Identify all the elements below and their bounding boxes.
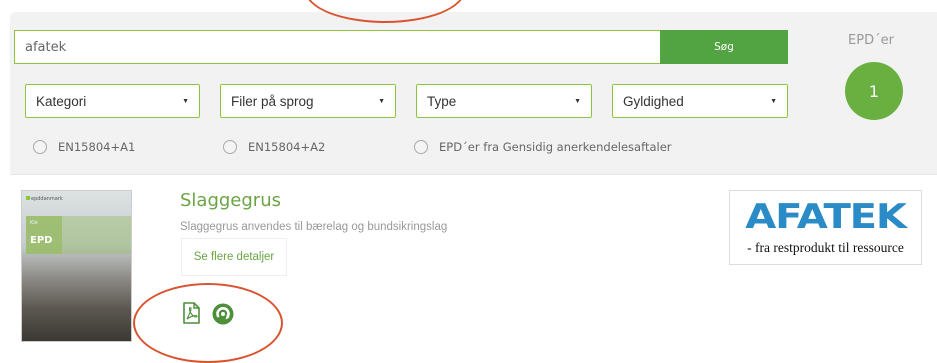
epd-count-badge: 1 (845, 62, 903, 120)
search-button[interactable]: Søg (660, 30, 788, 64)
chevron-down-icon: ▼ (770, 97, 777, 105)
epd-cover-thumbnail[interactable]: epddanmark Kle EPD (21, 190, 132, 342)
validity-dropdown-label: Gyldighed (623, 93, 684, 109)
product-description: Slaggegrus anvendes til bærelag og bunds… (180, 221, 448, 233)
radio-circle[interactable] (223, 140, 237, 154)
validity-dropdown[interactable]: Gyldighed ▼ (612, 84, 788, 118)
cover-small-text: Kle (30, 220, 38, 226)
radio-en15804-a1[interactable]: EN15804+A1 (33, 140, 135, 154)
radio-circle[interactable] (33, 140, 47, 154)
product-title[interactable]: Slaggegrus (180, 190, 281, 211)
category-dropdown[interactable]: Kategori ▼ (25, 84, 200, 118)
search-input[interactable]: afatek (14, 30, 660, 64)
logo-wordmark: AFATEK (745, 197, 907, 237)
radio-label: EPD´er fra Gensidig anerkendelesaftaler (439, 140, 672, 154)
annotation-circle-bottom (133, 283, 283, 363)
type-dropdown-label: Type (427, 93, 457, 109)
chevron-down-icon: ▼ (182, 97, 189, 105)
cover-epd-box: Kle EPD (26, 216, 62, 254)
chevron-down-icon: ▼ (574, 97, 581, 105)
cover-brand: epddanmark (26, 196, 63, 202)
category-dropdown-label: Kategori (36, 93, 87, 109)
epd-count-label: EPD´er (848, 33, 894, 48)
radio-label: EN15804+A1 (58, 140, 136, 154)
chevron-down-icon: ▼ (378, 97, 385, 105)
details-button[interactable]: Se flere detaljer (181, 238, 287, 276)
radio-circle[interactable] (414, 140, 428, 154)
type-dropdown[interactable]: Type ▼ (416, 84, 592, 118)
logo-tagline: - fra restprodukt til ressource (747, 240, 904, 255)
divider (10, 174, 937, 175)
search-input-value: afatek (25, 39, 67, 55)
radio-mutual-recognition[interactable]: EPD´er fra Gensidig anerkendelesaftaler (414, 140, 672, 154)
cover-epd-text: EPD (30, 235, 53, 246)
language-dropdown[interactable]: Filer på sprog ▼ (220, 84, 396, 118)
brand-mark-icon (26, 196, 30, 200)
language-dropdown-label: Filer på sprog (231, 93, 314, 109)
radio-en15804-a2[interactable]: EN15804+A2 (223, 140, 325, 154)
radio-label: EN15804+A2 (248, 140, 326, 154)
manufacturer-logo[interactable]: AFATEK - fra restprodukt til ressource (729, 190, 922, 265)
cover-band (62, 216, 131, 254)
